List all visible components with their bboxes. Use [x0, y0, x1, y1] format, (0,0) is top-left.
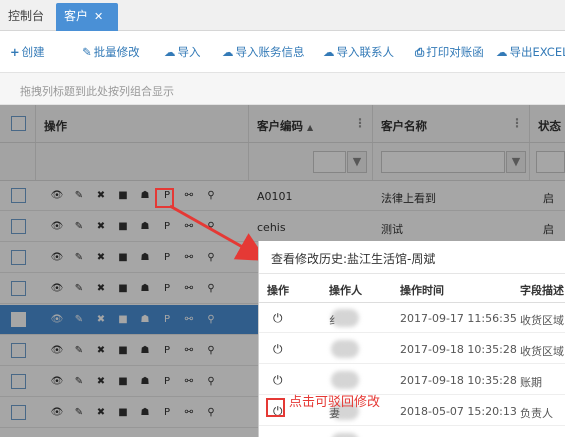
- popup-title: 查看修改历史:盐江生活馆-周斌: [271, 252, 436, 266]
- import-account-label: 导入账务信息: [235, 45, 305, 59]
- avatar: [331, 371, 359, 389]
- popup-header-action: 操作: [267, 284, 289, 297]
- history-field: 账期: [520, 376, 542, 389]
- print-icon: ⎙: [415, 45, 425, 59]
- toolbar: + 创建 ✎ 批量修改 ☁ 导入 ☁ 导入账务信息 ☁ 导入联系人 ⎙ 打印对账函 ☁ 导出E…: [0, 31, 565, 73]
- history-row: ⏻2018-05-07 15:20:13负责人软件: [259, 427, 565, 437]
- highlight-box: [266, 398, 285, 417]
- export-label: 导出EXCEL: [509, 45, 565, 59]
- create-button[interactable]: + 创建: [10, 44, 45, 60]
- history-time: 2017-09-18 10:35:28: [400, 343, 517, 356]
- history-field: 收货区域: [520, 345, 564, 358]
- cloud-upload-icon: ☁: [323, 45, 335, 59]
- import-contact-button[interactable]: ☁ 导入联系人: [323, 44, 394, 60]
- history-time: 2017-09-17 11:56:35: [400, 312, 517, 325]
- tab-bar: 控制台 客户 ✕: [0, 0, 565, 31]
- highlight-box: [155, 188, 174, 208]
- batch-edit-label: 批量修改: [93, 45, 140, 59]
- import-label: 导入: [177, 45, 201, 59]
- tab-console-label: 控制台: [8, 9, 45, 23]
- history-time: 2017-09-18 10:35:28: [400, 374, 517, 387]
- print-statement-button[interactable]: ⎙ 打印对账函: [415, 44, 484, 60]
- history-operator: 纟: [329, 314, 340, 327]
- avatar: [331, 340, 359, 358]
- create-label: 创建: [21, 45, 45, 59]
- pencil-icon: ✎: [82, 45, 92, 59]
- batch-edit-button[interactable]: ✎ 批量修改: [82, 44, 140, 60]
- cloud-upload-icon: ☁: [164, 45, 176, 59]
- cloud-download-icon: ☁: [496, 45, 508, 59]
- history-time: 2018-05-07 15:20:13: [400, 405, 517, 418]
- history-field: 负责人: [520, 407, 553, 420]
- popup-header-field: 字段描述: [520, 284, 564, 297]
- popup-header-row: 操作 操作人 操作时间 字段描述: [259, 274, 565, 303]
- revert-icon[interactable]: ⏻: [273, 311, 283, 326]
- import-account-button[interactable]: ☁ 导入账务信息: [222, 44, 305, 60]
- avatar: [331, 433, 359, 437]
- plus-icon: +: [10, 45, 20, 59]
- import-contact-label: 导入联系人: [336, 45, 395, 59]
- tab-console[interactable]: 控制台: [0, 3, 53, 31]
- import-button[interactable]: ☁ 导入: [164, 44, 201, 60]
- popup-header-operator: 操作人: [329, 284, 362, 297]
- annotation-text: 点击可驳回修改: [289, 395, 381, 410]
- export-button[interactable]: ☁ 导出EXCEL: [496, 44, 565, 60]
- group-drop-zone[interactable]: 拖拽列标题到此处按列组合显示: [0, 73, 565, 105]
- history-row: ⏻ 2017-09-18 10:35:28 收货区域: [259, 334, 565, 364]
- revert-icon[interactable]: ⏻: [273, 342, 283, 357]
- print-statement-label: 打印对账函: [426, 45, 484, 59]
- popup-title-bar: 查看修改历史:盐江生活馆-周斌: [259, 241, 565, 274]
- close-icon[interactable]: ✕: [94, 10, 103, 23]
- tab-customer[interactable]: 客户 ✕: [56, 3, 118, 31]
- history-field: 收货区域: [520, 314, 564, 327]
- revert-icon[interactable]: ⏻: [273, 373, 283, 388]
- group-hint-text: 拖拽列标题到此处按列组合显示: [20, 85, 174, 98]
- history-row: ⏻ 纟 2017-09-17 11:56:35 收货区域: [259, 303, 565, 333]
- popup-header-time: 操作时间: [400, 284, 444, 297]
- tab-customer-label: 客户: [64, 9, 89, 23]
- cloud-upload-icon: ☁: [222, 45, 234, 59]
